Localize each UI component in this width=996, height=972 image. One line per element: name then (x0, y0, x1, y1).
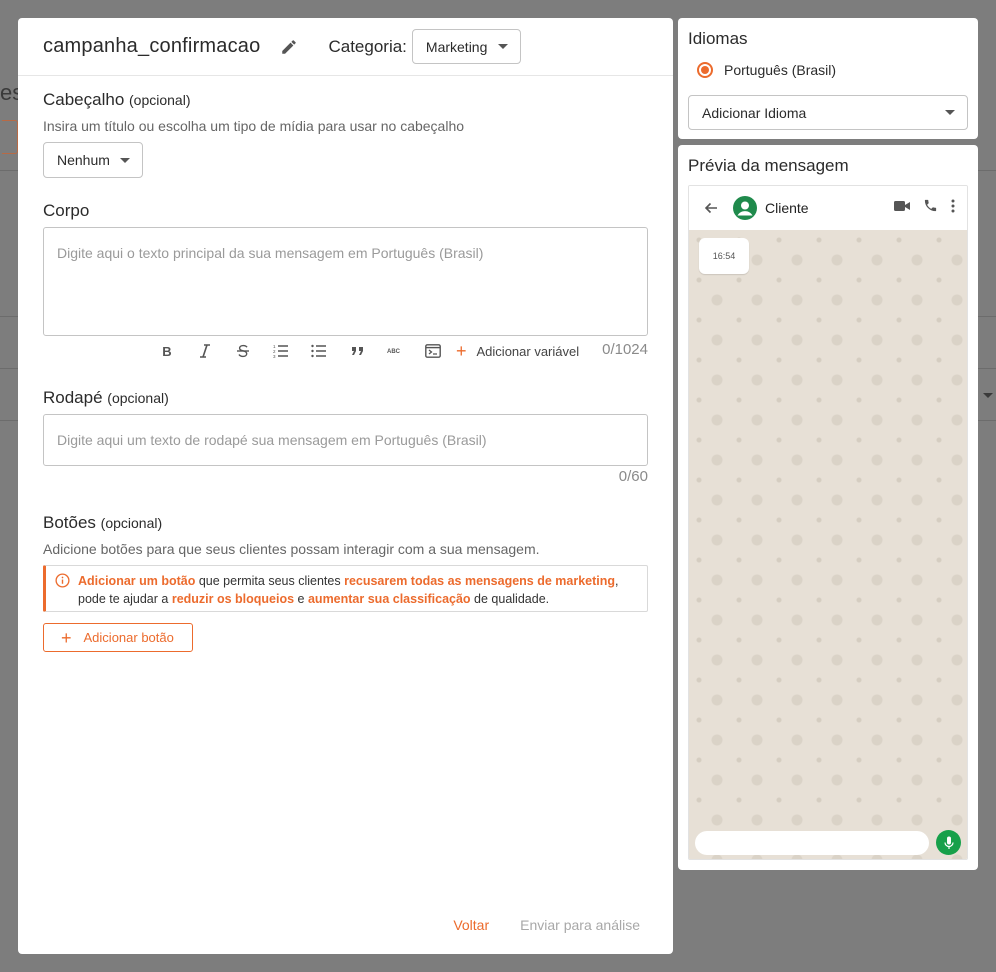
background-divider (978, 420, 996, 421)
chevron-down-icon (945, 110, 955, 115)
buttons-title: Botões (43, 513, 96, 532)
footer-section-title: Rodapé (opcional) (43, 388, 169, 408)
languages-panel: Idiomas Português (Brasil) Adicionar Idi… (678, 18, 978, 139)
submit-for-review-button[interactable]: Enviar para análise (520, 917, 640, 933)
info-icon (55, 573, 70, 593)
alert-text: pode te ajudar a (78, 592, 172, 606)
add-variable-label: Adicionar variável (476, 343, 580, 359)
background-divider (0, 368, 18, 369)
message-bubble: 16:54 (699, 238, 749, 274)
phone-icon (923, 198, 938, 213)
back-button[interactable]: Voltar (453, 917, 489, 933)
body-char-counter: 0/1024 (602, 341, 648, 358)
pencil-icon[interactable] (278, 36, 300, 58)
background-divider (978, 368, 996, 369)
header-title: Cabeçalho (43, 90, 125, 109)
buttons-hint: Adicione botões para que seus clientes p… (43, 541, 540, 557)
bullet-list-icon[interactable] (300, 341, 338, 361)
chat-header-actions (881, 198, 955, 213)
radio-selected-icon (697, 62, 713, 78)
alert-text: de qualidade. (470, 592, 550, 606)
background-field (2, 120, 18, 154)
category-label: Categoria: (328, 36, 407, 56)
back-arrow-icon (703, 200, 719, 216)
alert-highlight: aumentar sua classificação (307, 592, 471, 606)
header-optional: (opcional) (129, 92, 191, 108)
formatting-toolbar: B 123 ABC + Adicionar variável (148, 341, 579, 361)
buttons-section-title: Botões (opcional) (43, 513, 162, 533)
background-divider (0, 420, 18, 421)
phone-preview: Cliente 16:54 (688, 185, 968, 860)
contact-name: Cliente (765, 200, 809, 216)
chat-input-bar (695, 831, 929, 855)
add-button-label: Adicionar botão (83, 630, 174, 645)
plus-icon: + (61, 627, 72, 648)
preview-title: Prévia da mensagem (688, 156, 849, 175)
marketing-optout-alert: Adicionar um botão que permita seus clie… (43, 565, 648, 612)
message-time: 16:54 (712, 251, 736, 261)
chat-background: 16:54 (689, 230, 967, 859)
alert-line-2: pode te ajudar a reduzir os bloqueios e … (78, 590, 637, 608)
footer-input[interactable]: Digite aqui um texto de rodapé sua mensa… (43, 414, 648, 466)
add-button-button[interactable]: + Adicionar botão (43, 623, 193, 652)
message-preview-panel: Prévia da mensagem Cliente 16:54 (678, 145, 978, 870)
spellcheck-icon[interactable]: ABC (376, 341, 414, 361)
add-language-label: Adicionar Idioma (702, 104, 807, 121)
alert-text: e (294, 592, 308, 606)
add-language-select[interactable]: Adicionar Idioma (688, 95, 968, 130)
template-editor-panel: campanha_confirmacao Categoria: Marketin… (18, 18, 673, 954)
microphone-icon (936, 830, 961, 855)
header-section-title: Cabeçalho (opcional) (43, 90, 191, 110)
strikethrough-icon[interactable] (224, 341, 262, 361)
quote-icon[interactable] (338, 341, 376, 361)
chat-header: Cliente (689, 186, 967, 230)
background-divider (0, 316, 18, 317)
add-variable-button[interactable]: + Adicionar variável (456, 342, 579, 360)
language-option-label: Português (Brasil) (724, 62, 837, 78)
contact-avatar-icon (733, 196, 757, 220)
footer-title: Rodapé (43, 388, 103, 407)
code-icon[interactable] (414, 341, 452, 361)
alert-text: , (615, 574, 619, 588)
header-type-select[interactable]: Nenhum (43, 142, 143, 178)
video-call-icon (894, 200, 910, 212)
editor-actions: Voltar Enviar para análise (453, 917, 640, 933)
language-option[interactable]: Português (Brasil) (697, 62, 836, 78)
header-hint: Insira um título ou escolha um tipo de m… (43, 118, 465, 134)
template-name: campanha_confirmacao (43, 35, 261, 57)
background-caret-icon (983, 393, 993, 398)
chevron-down-icon (497, 44, 508, 49)
background-divider (978, 170, 996, 171)
category-select[interactable]: Marketing (411, 29, 521, 64)
alert-text: que permita seus clientes (195, 574, 345, 588)
bold-icon[interactable]: B (148, 341, 186, 361)
header-type-value: Nenhum (57, 152, 110, 168)
plus-icon: + (456, 341, 467, 361)
body-section-title: Corpo (43, 201, 90, 220)
ordered-list-icon[interactable]: 123 (262, 341, 300, 361)
editor-header: campanha_confirmacao Categoria: Marketin… (18, 18, 673, 76)
svg-text:ABC: ABC (387, 349, 401, 355)
italic-icon[interactable] (186, 341, 224, 361)
alert-highlight: reduzir os bloqueios (171, 592, 295, 606)
background-divider (0, 170, 18, 171)
languages-title: Idiomas (688, 29, 748, 48)
background-divider (978, 316, 996, 317)
alert-line-1: Adicionar um botão que permita seus clie… (78, 572, 637, 590)
body-textarea[interactable]: Digite aqui o texto principal da sua men… (43, 227, 648, 336)
alert-highlight: recusarem todas as mensagens de marketin… (344, 574, 616, 588)
footer-char-counter: 0/60 (618, 468, 648, 485)
svg-text:3: 3 (273, 354, 276, 358)
chevron-down-icon (120, 157, 130, 163)
more-vertical-icon (951, 199, 955, 213)
footer-optional: (opcional) (107, 390, 169, 406)
buttons-optional: (opcional) (100, 515, 163, 531)
category-value: Marketing (425, 38, 488, 55)
alert-highlight: Adicionar um botão (78, 574, 196, 588)
